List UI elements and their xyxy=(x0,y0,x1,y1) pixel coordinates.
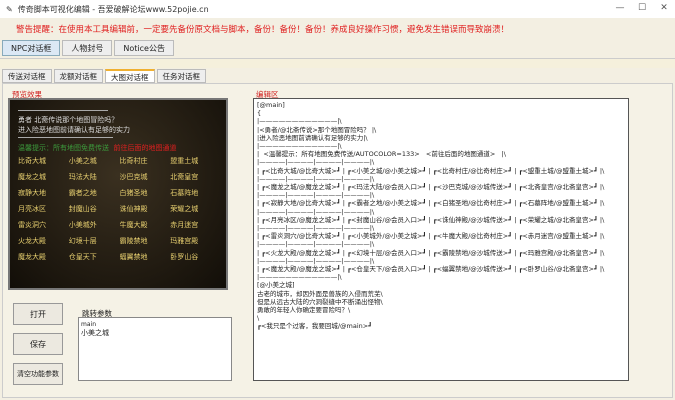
preview-link: 白猪圣地 xyxy=(119,189,148,197)
preview-row: 比奇大城 小美之城 比奇村庄 盟重土城 xyxy=(18,156,218,166)
preview-row: 魔龙之城 玛法大陆 沙巴克城 北斋皇宫 xyxy=(18,172,218,182)
tab-npc-dialog[interactable]: NPC对话框 xyxy=(2,40,61,56)
preview-link: 小美城外 xyxy=(68,221,97,229)
preview-link: 魔龙之城 xyxy=(18,173,46,181)
preview-tip-red: 前往后面的地图通道 xyxy=(113,144,177,152)
preview-link: 封魔山谷 xyxy=(68,205,97,213)
maximize-button[interactable]: ☐ xyxy=(631,0,653,16)
preview-intro-2: 进入险恶地图前请确认有足够的实力 xyxy=(18,126,130,134)
tab-title[interactable]: 人物封号 xyxy=(62,40,113,56)
preview-tip: 温馨提示：所有地图免费传送 xyxy=(18,144,109,152)
preview-link: 月亮冰区 xyxy=(18,205,46,213)
preview-link: 火龙大殿 xyxy=(18,237,46,245)
preview-intro-1: 勇者 北斋传说那个地图冒险吗？ xyxy=(18,116,119,124)
app-icon: ✎ xyxy=(6,4,13,14)
tab-notice[interactable]: Notice公告 xyxy=(114,40,174,56)
preview-link: 雷炎洞穴 xyxy=(18,221,46,229)
preview-link: 盟重土城 xyxy=(170,157,199,165)
subtab-large-map[interactable]: 大图对话框 xyxy=(105,69,155,83)
preview-link: 魔龙大殿 xyxy=(18,253,46,261)
clear-params-button[interactable]: 清空功能参数 xyxy=(13,363,63,385)
preview-row: 寂静大地 霸者之地 白猪圣地 石墓阵地 xyxy=(18,188,218,198)
preview-link: 玛法大陆 xyxy=(68,173,97,181)
preview-link: 比奇大城 xyxy=(18,157,46,165)
warning-text: 警告提醒：在使用本工具编辑前，一定要先备份原文档与脚本，备份！备份！备份！养成良… xyxy=(16,25,510,35)
open-button[interactable]: 打开 xyxy=(13,303,63,325)
preview-row: 火龙大殿 幻境十层 霸陵禁地 玛雅宫殿 xyxy=(18,236,218,246)
preview-link: 北斋皇宫 xyxy=(170,173,199,181)
preview-link: 蝠翼禁地 xyxy=(119,253,148,261)
subtab-teleport[interactable]: 传送对话框 xyxy=(2,69,52,83)
preview-row: 月亮冰区 封魔山谷 诛仙神殿 荣耀之城 xyxy=(18,204,218,214)
preview-link: 荣耀之城 xyxy=(170,205,199,213)
preview-link: 霸陵禁地 xyxy=(119,237,148,245)
script-editor[interactable]: [@main] { |————————————|\ |<勇者/@北斋传说>那个地… xyxy=(253,98,629,381)
close-button[interactable]: ✕ xyxy=(653,0,675,16)
preview-link: 比奇村庄 xyxy=(119,157,148,165)
window-title: 传奇脚本可视化编辑 - 吾爱破解论坛www.52pojie.cn xyxy=(17,4,209,14)
preview-row: 雷炎洞穴 小美城外 牛魔大殿 赤月迷宫 xyxy=(18,220,218,230)
param-item[interactable]: 小美之城 xyxy=(81,329,229,338)
preview-link: 仓皇天下 xyxy=(68,253,97,261)
preview-link: 沙巴克城 xyxy=(119,173,148,181)
preview-row: 魔龙大殿 仓皇天下 蝠翼禁地 卧罗山谷 xyxy=(18,252,218,262)
preview-pane: 勇者 北斋传说那个地图冒险吗？ 进入险恶地图前请确认有足够的实力 温馨提示：所有… xyxy=(8,98,228,290)
preview-link: 寂静大地 xyxy=(18,189,46,197)
minimize-button[interactable]: — xyxy=(609,0,631,16)
subtab-dragon[interactable]: 龙额对话框 xyxy=(53,69,103,83)
preview-link: 小美之城 xyxy=(68,157,97,165)
preview-link: 赤月迷宫 xyxy=(170,221,199,229)
params-list[interactable]: main 小美之城 xyxy=(78,317,232,381)
tab-band xyxy=(0,58,675,68)
preview-link: 诛仙神殿 xyxy=(119,205,148,213)
preview-link: 石墓阵地 xyxy=(170,189,199,197)
preview-link: 幻境十层 xyxy=(68,237,97,245)
preview-link: 卧罗山谷 xyxy=(170,253,199,261)
preview-link: 玛雅宫殿 xyxy=(170,237,199,245)
save-button[interactable]: 保存 xyxy=(13,333,63,355)
preview-link: 牛魔大殿 xyxy=(119,221,148,229)
title-bar: ✎ 传奇脚本可视化编辑 - 吾爱破解论坛www.52pojie.cn — ☐ ✕ xyxy=(0,0,675,18)
subtab-quest[interactable]: 任务对话框 xyxy=(156,69,206,83)
preview-link: 霸者之地 xyxy=(68,189,97,197)
param-item[interactable]: main xyxy=(81,320,229,329)
